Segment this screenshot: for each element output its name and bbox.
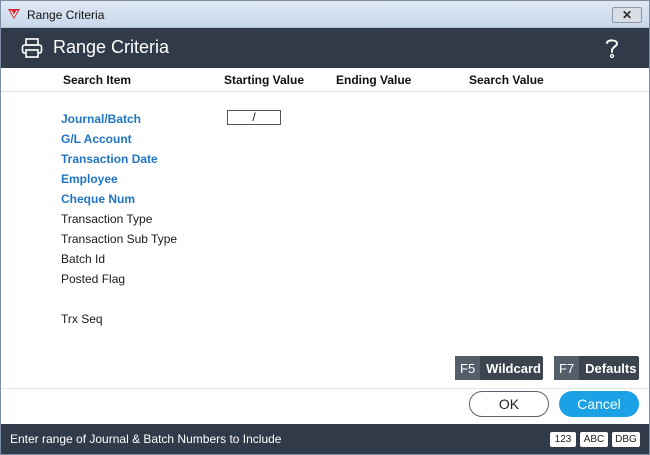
criteria-label-transaction-sub-type[interactable]: Transaction Sub Type <box>61 232 177 246</box>
journal-batch-start-input[interactable]: / <box>227 110 281 125</box>
f7-key-label: F7 <box>554 356 580 380</box>
printer-icon <box>21 38 43 58</box>
criteria-label-transaction-type[interactable]: Transaction Type <box>61 212 152 226</box>
criteria-label-trx-seq[interactable]: Trx Seq <box>61 312 103 326</box>
defaults-label: Defaults <box>585 360 637 376</box>
criteria-label-journal-batch[interactable]: Journal/Batch <box>61 112 141 126</box>
criteria-label-posted-flag[interactable]: Posted Flag <box>61 272 125 286</box>
window-titlebar[interactable]: Range Criteria ✕ <box>1 1 649 28</box>
dialog-title: Range Criteria <box>53 37 170 57</box>
column-header-search-value: Search Value <box>469 73 544 87</box>
window-close-button[interactable]: ✕ <box>612 7 642 23</box>
criteria-label-transaction-date[interactable]: Transaction Date <box>61 152 158 166</box>
column-header-starting-value: Starting Value <box>224 73 305 87</box>
column-headers: Search Item Starting Value Ending Value … <box>1 68 649 92</box>
status-bar: Enter range of Journal & Batch Numbers t… <box>1 424 649 454</box>
debug-mode-badge: DBG <box>612 432 640 447</box>
criteria-label-gl-account[interactable]: G/L Account <box>61 132 132 146</box>
close-icon: ✕ <box>621 8 633 22</box>
app-logo-icon <box>8 9 20 19</box>
criteria-label-cheque-num[interactable]: Cheque Num <box>61 192 135 206</box>
ok-button[interactable]: OK <box>469 391 549 417</box>
wildcard-label: Wildcard <box>486 360 541 376</box>
numeric-mode-badge: 123 <box>550 432 576 447</box>
footer-divider <box>1 388 649 389</box>
caps-mode-badge: ABC <box>580 432 608 447</box>
dialog-header: Range Criteria <box>1 28 649 68</box>
window-title: Range Criteria <box>27 8 105 22</box>
f5-key-label: F5 <box>455 356 481 380</box>
wildcard-button[interactable]: F5 Wildcard <box>455 356 543 380</box>
help-icon[interactable] <box>604 37 620 59</box>
defaults-button[interactable]: F7 Defaults <box>554 356 639 380</box>
criteria-label-batch-id[interactable]: Batch Id <box>61 252 105 266</box>
cancel-button[interactable]: Cancel <box>559 391 639 417</box>
column-header-search-item: Search Item <box>63 73 132 87</box>
criteria-label-employee[interactable]: Employee <box>61 172 118 186</box>
range-criteria-window: Range Criteria ✕ Range Criteria Search I… <box>0 0 650 455</box>
column-header-ending-value: Ending Value <box>336 73 412 87</box>
status-message: Enter range of Journal & Batch Numbers t… <box>10 432 282 446</box>
